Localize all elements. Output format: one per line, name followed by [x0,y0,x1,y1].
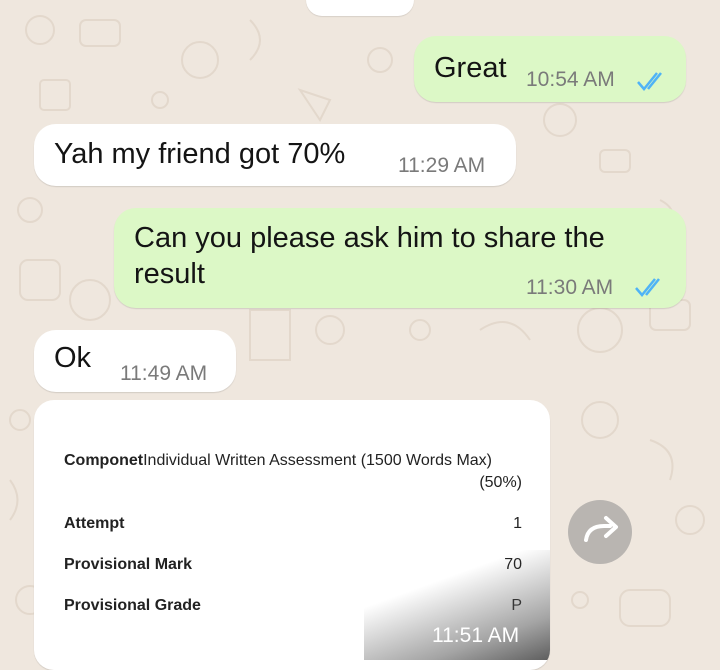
provisional-mark-value: 70 [504,556,522,573]
provisional-mark-label: Provisional Mark [64,556,193,573]
component-label: Componet [64,452,144,469]
component-weight: (50%) [479,474,522,491]
message-time: 11:51 AM [432,624,520,647]
message-bubble-outgoing[interactable]: Can you please ask him to share the resu… [114,208,686,308]
message-text: Yah my friend got 70% [54,138,346,170]
image-message[interactable]: Componet Individual Written Assessment (… [34,400,550,670]
message-time: 11:29 AM [398,154,486,177]
forward-button[interactable] [568,500,632,564]
message-bubble-outgoing[interactable]: Great 10:54 AM [414,36,686,102]
double-check-icon [635,278,660,297]
message-text: Great [434,52,507,84]
message-time: 11:30 AM [526,276,614,299]
forward-arrow-icon [584,516,618,542]
message-time: 10:54 AM [526,68,615,91]
attempt-label: Attempt [64,515,125,532]
message-bubble-incoming[interactable]: Yah my friend got 70% 11:29 AM [34,124,516,186]
component-line: Componet Individual Written Assessment (… [64,452,522,470]
component-value: Individual Written Assessment (1500 Word… [143,452,492,469]
message-bubble-incoming[interactable]: Ok 11:49 AM [34,330,236,392]
message-text: Ok [54,342,92,374]
double-check-icon [637,72,662,91]
provisional-grade-label: Provisional Grade [64,597,201,614]
provisional-grade-value: P [511,597,522,614]
message-time: 11:49 AM [120,362,208,385]
attempt-value: 1 [513,515,522,532]
previous-message-stub [306,0,414,16]
